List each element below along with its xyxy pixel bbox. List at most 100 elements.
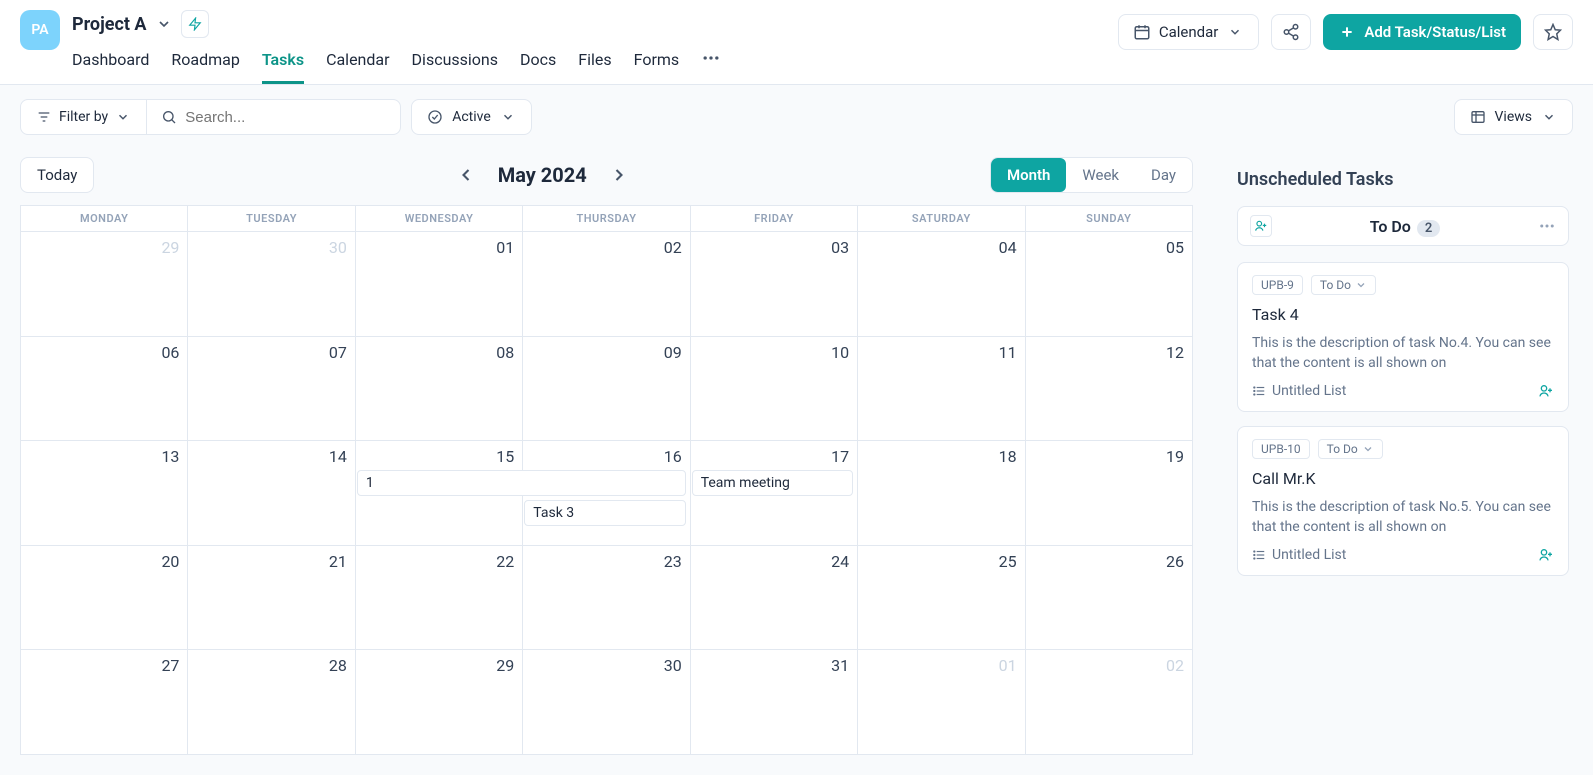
day-number: 25 <box>866 552 1016 571</box>
more-tabs-icon[interactable] <box>701 44 721 84</box>
view-option-month[interactable]: Month <box>991 158 1066 192</box>
calendar-day[interactable]: 31 <box>690 649 857 754</box>
calendar-event[interactable]: Team meeting <box>692 470 853 496</box>
task-description: This is the description of task No.4. Yo… <box>1252 334 1554 373</box>
app-header: PA Project A DashboardRoadmapTasksCalend… <box>0 0 1593 85</box>
calendar-day[interactable]: 23 <box>522 545 689 650</box>
views-icon <box>1469 108 1487 126</box>
calendar-day[interactable]: 04 <box>857 231 1024 336</box>
day-number: 30 <box>196 238 346 257</box>
unscheduled-title: Unscheduled Tasks <box>1237 169 1569 190</box>
day-number: 29 <box>29 238 179 257</box>
views-label: Views <box>1495 109 1533 125</box>
search-input-wrap[interactable] <box>147 100 400 134</box>
day-number: 19 <box>1034 447 1184 466</box>
calendar-day[interactable]: 09 <box>522 336 689 441</box>
chevron-down-icon[interactable] <box>155 15 173 33</box>
tab-calendar[interactable]: Calendar <box>326 44 389 84</box>
share-button[interactable] <box>1271 14 1311 50</box>
calendar-day[interactable]: 14 <box>187 440 354 545</box>
day-number: 10 <box>699 343 849 362</box>
tab-forms[interactable]: Forms <box>634 44 680 84</box>
calendar-day[interactable]: 28 <box>187 649 354 754</box>
calendar-pane: Today May 2024 MonthWeekDay MONDAYTUESDA… <box>0 149 1213 775</box>
filter-by-button[interactable]: Filter by <box>21 100 147 134</box>
calendar-event[interactable]: 1 <box>357 470 686 496</box>
task-list-ref[interactable]: Untitled List <box>1252 547 1346 563</box>
day-number: 09 <box>531 343 681 362</box>
automation-bolt-button[interactable] <box>181 10 209 38</box>
calendar-day[interactable]: 30 <box>522 649 689 754</box>
view-option-day[interactable]: Day <box>1135 158 1192 192</box>
calendar-day[interactable]: 01 <box>857 649 1024 754</box>
search-input[interactable] <box>185 109 386 126</box>
project-title[interactable]: Project A <box>72 14 147 35</box>
task-card[interactable]: UPB-9 To Do Task 4 This is the descripti… <box>1237 262 1569 412</box>
status-header[interactable]: To Do2 <box>1237 206 1569 246</box>
tab-docs[interactable]: Docs <box>520 44 556 84</box>
calendar-day[interactable]: 24 <box>690 545 857 650</box>
calendar-day[interactable]: 29 <box>355 649 522 754</box>
task-status-tag[interactable]: To Do <box>1311 275 1376 295</box>
add-task-button[interactable]: Add Task/Status/List <box>1323 14 1521 50</box>
calendar-day[interactable]: 26 <box>1025 545 1192 650</box>
calendar-day[interactable]: 07 <box>187 336 354 441</box>
calendar-day[interactable]: 10 <box>690 336 857 441</box>
calendar-day[interactable]: 29 <box>20 231 187 336</box>
assign-icon[interactable] <box>1538 383 1554 399</box>
calendar-grid: MONDAYTUESDAYWEDNESDAYTHURSDAYFRIDAYSATU… <box>20 205 1193 755</box>
assign-icon[interactable] <box>1250 215 1272 237</box>
calendar-day[interactable]: 05 <box>1025 231 1192 336</box>
calendar-day[interactable]: 06 <box>20 336 187 441</box>
calendar-day[interactable]: 03 <box>690 231 857 336</box>
filter-toolbar: Filter by Active <box>0 85 1593 149</box>
assign-icon[interactable] <box>1538 547 1554 563</box>
more-icon[interactable] <box>1538 217 1556 235</box>
task-list-ref[interactable]: Untitled List <box>1252 383 1346 399</box>
views-button[interactable]: Views <box>1454 99 1574 135</box>
weekday-header: SATURDAY <box>857 205 1024 231</box>
add-task-label: Add Task/Status/List <box>1364 23 1506 41</box>
calendar-day[interactable]: 08 <box>355 336 522 441</box>
calendar-day[interactable]: 11 <box>857 336 1024 441</box>
calendar-day[interactable]: 01 <box>355 231 522 336</box>
weekday-header: THURSDAY <box>522 205 689 231</box>
star-button[interactable] <box>1533 14 1573 50</box>
calendar-day[interactable]: 12 <box>1025 336 1192 441</box>
calendar-event[interactable]: Task 3 <box>524 500 685 526</box>
tab-roadmap[interactable]: Roadmap <box>171 44 239 84</box>
calendar-day[interactable]: 30 <box>187 231 354 336</box>
today-button[interactable]: Today <box>20 157 94 193</box>
calendar-day[interactable]: 21 <box>187 545 354 650</box>
calendar-day[interactable]: 22 <box>355 545 522 650</box>
calendar-day[interactable]: 13 <box>20 440 187 545</box>
next-month-button[interactable] <box>605 161 633 189</box>
prev-month-button[interactable] <box>452 161 480 189</box>
day-number: 07 <box>196 343 346 362</box>
task-status-tag[interactable]: To Do <box>1318 439 1383 459</box>
day-number: 18 <box>866 447 1016 466</box>
active-filter-label: Active <box>452 109 491 125</box>
day-number: 15 <box>364 447 514 466</box>
calendar-day[interactable]: 19 <box>1025 440 1192 545</box>
tab-tasks[interactable]: Tasks <box>262 44 304 84</box>
task-card[interactable]: UPB-10 To Do Call Mr.K This is the descr… <box>1237 426 1569 576</box>
calendar-day[interactable]: 20 <box>20 545 187 650</box>
calendar-day[interactable]: 18 <box>857 440 1024 545</box>
view-selector-button[interactable]: Calendar <box>1118 14 1260 50</box>
calendar-day[interactable]: 02 <box>1025 649 1192 754</box>
calendar-day[interactable]: 27 <box>20 649 187 754</box>
calendar-day[interactable]: 25 <box>857 545 1024 650</box>
chevron-down-icon <box>114 108 132 126</box>
calendar-day[interactable]: 02 <box>522 231 689 336</box>
tab-dashboard[interactable]: Dashboard <box>72 44 149 84</box>
plus-icon <box>1338 23 1356 41</box>
day-number: 24 <box>699 552 849 571</box>
task-title: Call Mr.K <box>1252 469 1554 488</box>
tab-files[interactable]: Files <box>578 44 611 84</box>
tab-discussions[interactable]: Discussions <box>412 44 498 84</box>
view-option-week[interactable]: Week <box>1066 158 1135 192</box>
active-filter-button[interactable]: Active <box>411 99 532 135</box>
day-number: 06 <box>29 343 179 362</box>
task-description: This is the description of task No.5. Yo… <box>1252 498 1554 537</box>
